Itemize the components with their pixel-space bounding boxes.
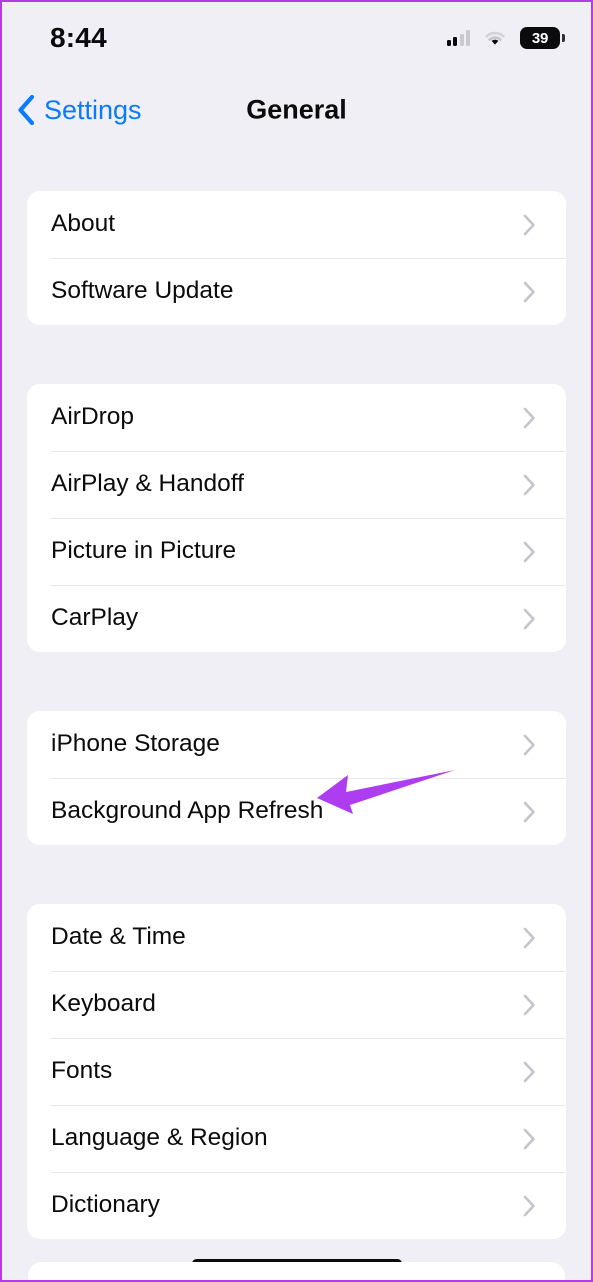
settings-row-about[interactable]: About bbox=[27, 191, 566, 258]
settings-row-label: Dictionary bbox=[51, 1191, 160, 1219]
battery-icon: 39 bbox=[520, 27, 565, 49]
chevron-right-icon bbox=[523, 541, 542, 563]
chevron-right-icon bbox=[523, 281, 542, 303]
settings-row-label: Date & Time bbox=[51, 923, 186, 951]
chevron-right-icon bbox=[523, 474, 542, 496]
status-bar: 8:44 39 bbox=[2, 2, 591, 74]
settings-row-label: Language & Region bbox=[51, 1124, 268, 1152]
bottom-sheet-edge bbox=[28, 1262, 565, 1280]
battery-level-label: 39 bbox=[531, 29, 549, 47]
settings-row-label: iPhone Storage bbox=[51, 730, 220, 758]
navigation-bar: Settings General bbox=[2, 74, 591, 146]
chevron-right-icon bbox=[523, 927, 542, 949]
settings-row-airplay-handoff[interactable]: AirPlay & Handoff bbox=[27, 451, 566, 518]
settings-row-language-region[interactable]: Language & Region bbox=[27, 1105, 566, 1172]
phone-screen: 8:44 39 Settings General About Software … bbox=[0, 0, 593, 1282]
chevron-right-icon bbox=[523, 994, 542, 1016]
chevron-right-icon bbox=[523, 801, 542, 823]
settings-group-4: Date & Time Keyboard Fonts Language & Re… bbox=[27, 904, 566, 1239]
settings-row-picture-in-picture[interactable]: Picture in Picture bbox=[27, 518, 566, 585]
settings-row-keyboard[interactable]: Keyboard bbox=[27, 971, 566, 1038]
wifi-icon bbox=[483, 29, 507, 47]
settings-row-fonts[interactable]: Fonts bbox=[27, 1038, 566, 1105]
settings-group-3: iPhone Storage Background App Refresh bbox=[27, 711, 566, 845]
status-bar-indicators: 39 bbox=[446, 27, 565, 49]
settings-row-airdrop[interactable]: AirDrop bbox=[27, 384, 566, 451]
chevron-right-icon bbox=[523, 407, 542, 429]
chevron-right-icon bbox=[523, 608, 542, 630]
chevron-right-icon bbox=[523, 1195, 542, 1217]
chevron-right-icon bbox=[523, 1061, 542, 1083]
settings-row-label: CarPlay bbox=[51, 604, 139, 632]
settings-row-label: About bbox=[51, 210, 116, 238]
chevron-right-icon bbox=[523, 214, 542, 236]
settings-row-iphone-storage[interactable]: iPhone Storage bbox=[27, 711, 566, 778]
chevron-right-icon bbox=[523, 734, 542, 756]
settings-row-label: Software Update bbox=[51, 277, 234, 305]
settings-group-1: About Software Update bbox=[27, 191, 566, 325]
settings-row-date-time[interactable]: Date & Time bbox=[27, 904, 566, 971]
settings-row-label: Picture in Picture bbox=[51, 537, 237, 565]
settings-row-label: Background App Refresh bbox=[51, 797, 324, 825]
page-title: General bbox=[246, 94, 347, 125]
chevron-right-icon bbox=[523, 1128, 542, 1150]
settings-row-carplay[interactable]: CarPlay bbox=[27, 585, 566, 652]
settings-row-label: AirPlay & Handoff bbox=[51, 470, 244, 498]
settings-group-2: AirDrop AirPlay & Handoff Picture in Pic… bbox=[27, 384, 566, 652]
cellular-bars-icon bbox=[446, 30, 470, 46]
settings-row-software-update[interactable]: Software Update bbox=[27, 258, 566, 325]
settings-row-label: AirDrop bbox=[51, 403, 135, 431]
settings-row-label: Fonts bbox=[51, 1057, 113, 1085]
settings-list: About Software Update AirDrop AirPlay & … bbox=[2, 146, 591, 1280]
settings-row-label: Keyboard bbox=[51, 990, 156, 1018]
status-bar-time: 8:44 bbox=[50, 22, 107, 53]
settings-row-dictionary[interactable]: Dictionary bbox=[27, 1172, 566, 1239]
settings-row-background-app-refresh[interactable]: Background App Refresh bbox=[27, 778, 566, 845]
